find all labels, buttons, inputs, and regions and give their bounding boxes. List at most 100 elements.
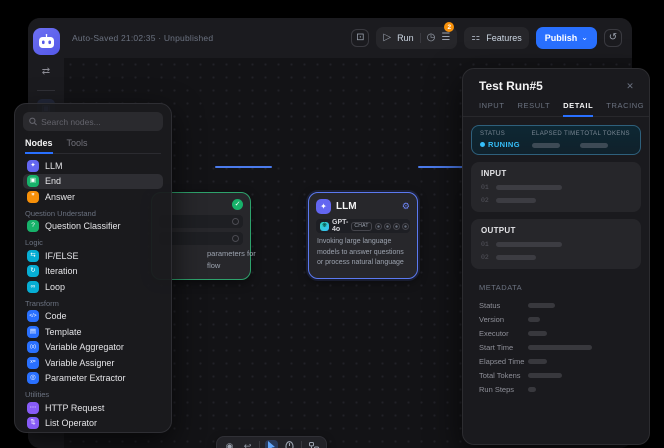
node-item-http-request[interactable]: ⋯ HTTP Request: [23, 400, 163, 416]
features-label: Features: [486, 33, 522, 43]
canvas-toolbar: ◉ ↩: [216, 436, 327, 448]
status-value: RUNING: [480, 140, 532, 149]
features-button[interactable]: ⚏ Features: [464, 27, 529, 49]
chat-tag: CHAT: [351, 222, 371, 231]
chevron-down-icon: ⌄: [581, 34, 588, 42]
template-icon: ▤: [27, 326, 39, 338]
version-history-icon[interactable]: ↺: [604, 29, 622, 47]
llm-node-title: LLM: [336, 201, 357, 212]
code-icon: </>: [27, 310, 39, 322]
metadata-row-total-tokens: Total Tokens: [479, 368, 633, 382]
node-item-parameter-extractor[interactable]: ◎ Parameter Extractor: [23, 371, 163, 387]
node-item-answer[interactable]: ❞ Answer: [23, 189, 163, 205]
node-item-variable-assigner[interactable]: x= Variable Assigner: [23, 355, 163, 371]
variable-aggregator-icon: (x): [27, 341, 39, 353]
autosave-status: Auto-Saved 21:02:35 · Unpublished: [72, 33, 213, 43]
run-group: ▷ Run ◷ ☰ 2: [376, 27, 457, 49]
question-classifier-icon: ?: [27, 220, 39, 232]
node-item-llm[interactable]: ✦ LLM: [23, 158, 163, 174]
node-item-loop[interactable]: ∞ Loop: [23, 279, 163, 295]
run-button[interactable]: Run: [397, 33, 414, 43]
iteration-icon: ↻: [27, 265, 39, 277]
capability-badge-icon: [384, 223, 391, 230]
skeleton-line: [496, 198, 536, 203]
shortcuts-icon[interactable]: ⇄: [37, 63, 55, 81]
elapsed-time-label: ELAPSED TIME: [532, 131, 581, 137]
metadata-row-version: Version: [479, 312, 633, 326]
llm-icon: ✦: [27, 160, 39, 172]
skeleton-line: [528, 303, 555, 308]
metadata-row-start-time: Start Time: [479, 340, 633, 354]
capability-badge-icon: [402, 223, 409, 230]
total-tokens-label: TOTAL TOKENS: [580, 131, 632, 137]
skeleton-line: [528, 331, 547, 336]
capability-badge-icon: [375, 223, 382, 230]
search-box[interactable]: [23, 112, 163, 131]
metadata-row-executor: Executor: [479, 326, 633, 340]
skeleton-line: [528, 345, 592, 350]
checklist-icon[interactable]: ☰: [441, 33, 450, 43]
features-icon: ⚏: [471, 33, 480, 43]
node-item-end[interactable]: ▣ End: [23, 174, 163, 190]
llm-node[interactable]: ✦ LLM ⚙ ❋ GPT-4o CHAT Invoking large lan…: [308, 192, 418, 279]
organize-icon[interactable]: [307, 440, 320, 448]
top-bar: Auto-Saved 21:02:35 · Unpublished ⊡ ▷ Ru…: [64, 18, 632, 58]
history-clock-icon[interactable]: ◷: [427, 33, 436, 43]
pointer-mode-icon[interactable]: [265, 440, 278, 448]
search-input[interactable]: [41, 117, 157, 127]
metadata-row-status: Status: [479, 298, 633, 312]
edge-llm-end: [418, 166, 464, 168]
status-label: STATUS: [480, 131, 532, 137]
metadata-row-elapsed-time: Elapsed Time: [479, 354, 633, 368]
tab-result[interactable]: RESULT: [518, 101, 551, 116]
node-item-code[interactable]: </> Code: [23, 309, 163, 325]
tab-tools[interactable]: Tools: [67, 138, 88, 153]
section-transform: Transform: [23, 297, 163, 309]
undo-icon[interactable]: ↩: [241, 440, 254, 448]
output-title: OUTPUT: [481, 226, 631, 235]
panel-title: Test Run#5: [479, 79, 543, 93]
gpt4o-icon: ❋: [320, 222, 329, 231]
capability-badge-icon: [393, 223, 400, 230]
answer-icon: ❞: [27, 191, 39, 203]
success-check-icon: ✓: [232, 199, 243, 210]
tab-detail[interactable]: DETAIL: [563, 101, 593, 117]
divider: [301, 441, 302, 448]
line-number: 02: [481, 197, 489, 204]
status-card: STATUS RUNING ELAPSED TIME TOTAL TOKENS: [471, 125, 641, 155]
edge-start-llm: [215, 166, 272, 168]
line-number: 01: [481, 184, 489, 191]
gear-icon[interactable]: ⚙: [402, 202, 410, 211]
variable-icon: [232, 218, 239, 225]
skeleton-line: [528, 387, 536, 392]
llm-node-icon: ✦: [316, 199, 331, 214]
panel-toggle-icon[interactable]: ⊡: [351, 29, 369, 47]
publish-label: Publish: [545, 33, 578, 43]
node-item-list-operator[interactable]: ⇅ List Operator: [23, 416, 163, 432]
node-item-iteration[interactable]: ↻ Iteration: [23, 264, 163, 280]
run-play-icon[interactable]: ▷: [383, 33, 391, 43]
node-item-question-classifier[interactable]: ? Question Classifier: [23, 219, 163, 235]
divider: [420, 33, 421, 43]
section-utilities: Utilities: [23, 388, 163, 400]
line-number: 01: [481, 241, 489, 248]
app-logo-icon[interactable]: [33, 28, 60, 55]
hand-mode-icon[interactable]: [283, 440, 296, 448]
tab-nodes[interactable]: Nodes: [25, 138, 53, 154]
model-selector[interactable]: ❋ GPT-4o CHAT: [316, 219, 410, 233]
loop-icon: ∞: [27, 281, 39, 293]
node-item-variable-aggregator[interactable]: (x) Variable Aggregator: [23, 340, 163, 356]
map-control-icon[interactable]: ◉: [223, 440, 236, 448]
node-item-ifelse[interactable]: ⇆ IF/ELSE: [23, 248, 163, 264]
parameter-extractor-icon: ◎: [27, 372, 39, 384]
node-item-template[interactable]: ▤ Template: [23, 324, 163, 340]
input-title: INPUT: [481, 169, 631, 178]
capability-badges: [375, 223, 409, 230]
close-icon[interactable]: ✕: [623, 79, 637, 93]
tab-tracing[interactable]: TRACING: [606, 101, 644, 116]
node-panel-tabs: Nodes Tools: [25, 138, 161, 154]
elapsed-placeholder: [532, 143, 560, 148]
publish-button[interactable]: Publish ⌄: [536, 27, 597, 49]
tab-input[interactable]: INPUT: [479, 101, 505, 116]
http-request-icon: ⋯: [27, 402, 39, 414]
